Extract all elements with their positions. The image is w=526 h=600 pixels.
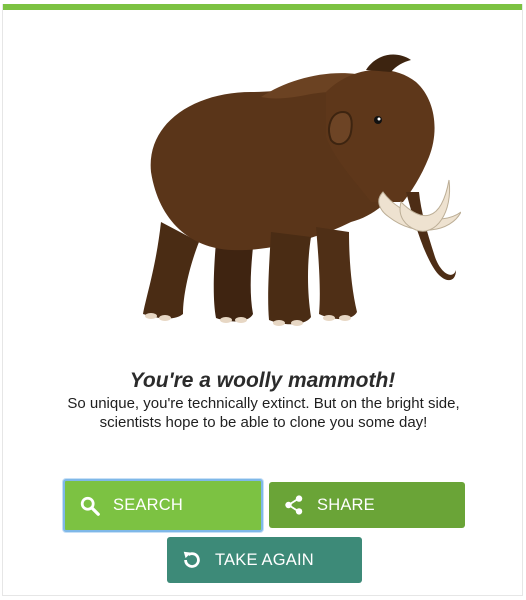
result-description: So unique, you're technically extinct. B… <box>67 395 460 431</box>
quiz-result-card: You're a woolly mammoth! So unique, you'… <box>2 4 523 596</box>
share-icon <box>285 495 303 515</box>
woolly-mammoth-illustration <box>143 54 461 326</box>
accent-bar <box>3 4 522 10</box>
share-button-label: SHARE <box>317 495 375 514</box>
search-button-label: SEARCH <box>113 496 183 514</box>
refresh-icon <box>183 551 200 568</box>
share-button[interactable]: SHARE <box>269 482 465 528</box>
search-button[interactable]: SEARCH <box>63 479 263 532</box>
search-icon <box>80 496 100 516</box>
take-again-button[interactable]: TAKE AGAIN <box>167 537 362 583</box>
take-again-button-label: TAKE AGAIN <box>215 550 314 569</box>
result-title: You're a woolly mammoth! <box>129 369 396 392</box>
